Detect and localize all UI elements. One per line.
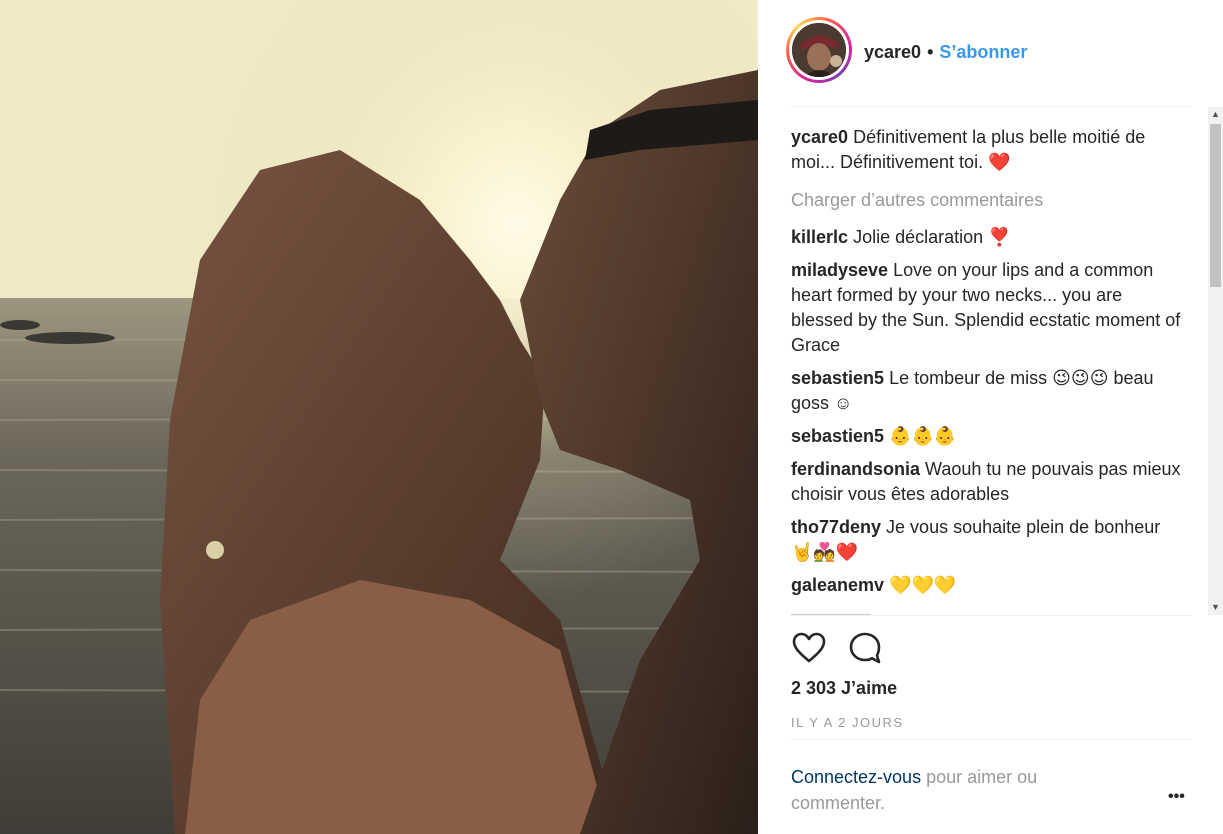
- comment-emoji: ❣️: [988, 227, 1011, 248]
- actions-divider: [791, 615, 1192, 616]
- caption: ycare0 Définitivement la plus belle moit…: [791, 125, 1181, 175]
- scroll-down-arrow-icon[interactable]: ▼: [1208, 600, 1223, 615]
- comments-scrollbar[interactable]: ▲ ▼: [1208, 107, 1223, 615]
- comment-emoji: 💛💛💛: [889, 575, 957, 596]
- comment-bubble-icon[interactable]: [847, 630, 883, 666]
- scroll-up-arrow-icon[interactable]: ▲: [1208, 107, 1223, 122]
- comment-text: Je vous souhaite plein de bonheur: [886, 517, 1161, 537]
- post-photo: [0, 0, 758, 834]
- heart-outline-icon[interactable]: [791, 630, 827, 666]
- post-timestamp[interactable]: IL Y A 2 JOURS: [791, 715, 904, 730]
- comment-username[interactable]: killerlc: [791, 227, 848, 247]
- post-actions: [791, 630, 883, 666]
- post-header: ycare0 • S’abonner: [758, 0, 1223, 107]
- load-more-comments-button[interactable]: Charger d’autres commentaires: [791, 188, 1181, 213]
- comment-username[interactable]: sebastien5: [791, 368, 884, 388]
- login-link[interactable]: Connectez-vous: [791, 767, 921, 787]
- username-link[interactable]: ycare0: [864, 42, 921, 63]
- comment-item-partial: [791, 606, 1181, 615]
- comment-item: killerlc Jolie déclaration ❣️: [791, 225, 1181, 250]
- avatar[interactable]: [792, 23, 846, 77]
- comment-item: miladyseve Love on your lips and a commo…: [791, 258, 1181, 358]
- scrollbar-thumb[interactable]: [1210, 124, 1221, 287]
- comment-emoji: 👶👶👶: [889, 426, 957, 447]
- comment-emoji: 😉😉😉: [1052, 368, 1109, 389]
- caption-emoji: ❤️: [988, 152, 1011, 173]
- comment-item: galeanemv 💛💛💛: [791, 573, 1181, 598]
- comment-username[interactable]: ferdinandsonia: [791, 459, 920, 479]
- comment-list: ycare0 Définitivement la plus belle moit…: [791, 125, 1181, 615]
- header-user-row: ycare0 • S’abonner: [864, 42, 1027, 63]
- caption-username[interactable]: ycare0: [791, 127, 848, 147]
- story-ring[interactable]: [786, 17, 852, 83]
- comment-username[interactable]: miladyseve: [791, 260, 888, 280]
- comment-emoji: 🤘💑❤️: [791, 542, 859, 563]
- comment-item: sebastien5 👶👶👶: [791, 424, 1181, 449]
- avatar-frame: [789, 20, 849, 80]
- comments-section[interactable]: ycare0 Définitivement la plus belle moit…: [791, 107, 1215, 615]
- comment-text: Jolie déclaration: [853, 227, 984, 247]
- comment-text: Le tombeur de miss: [889, 368, 1048, 388]
- likes-count[interactable]: 2 303 J’aime: [791, 678, 897, 699]
- comment-item: tho77deny Je vous souhaite plein de bonh…: [791, 515, 1181, 565]
- comment-username[interactable]: galeanemv: [791, 575, 884, 595]
- login-prompt: Connectez-vous pour aimer ou commenter.: [791, 764, 1091, 816]
- comment-item: ferdinandsonia Waouh tu ne pouvais pas m…: [791, 457, 1181, 507]
- post-sidebar: ycare0 • S’abonner ycare0 Définitivement…: [758, 0, 1223, 834]
- comment-item: sebastien5 Le tombeur de miss 😉😉😉 beau g…: [791, 366, 1181, 416]
- comment-username[interactable]: tho77deny: [791, 517, 881, 537]
- footer-divider: [791, 739, 1192, 740]
- more-options-icon[interactable]: •••: [1168, 788, 1185, 806]
- separator-dot: •: [927, 42, 934, 62]
- comment-username[interactable]: sebastien5: [791, 426, 884, 446]
- follow-button[interactable]: S’abonner: [939, 42, 1027, 63]
